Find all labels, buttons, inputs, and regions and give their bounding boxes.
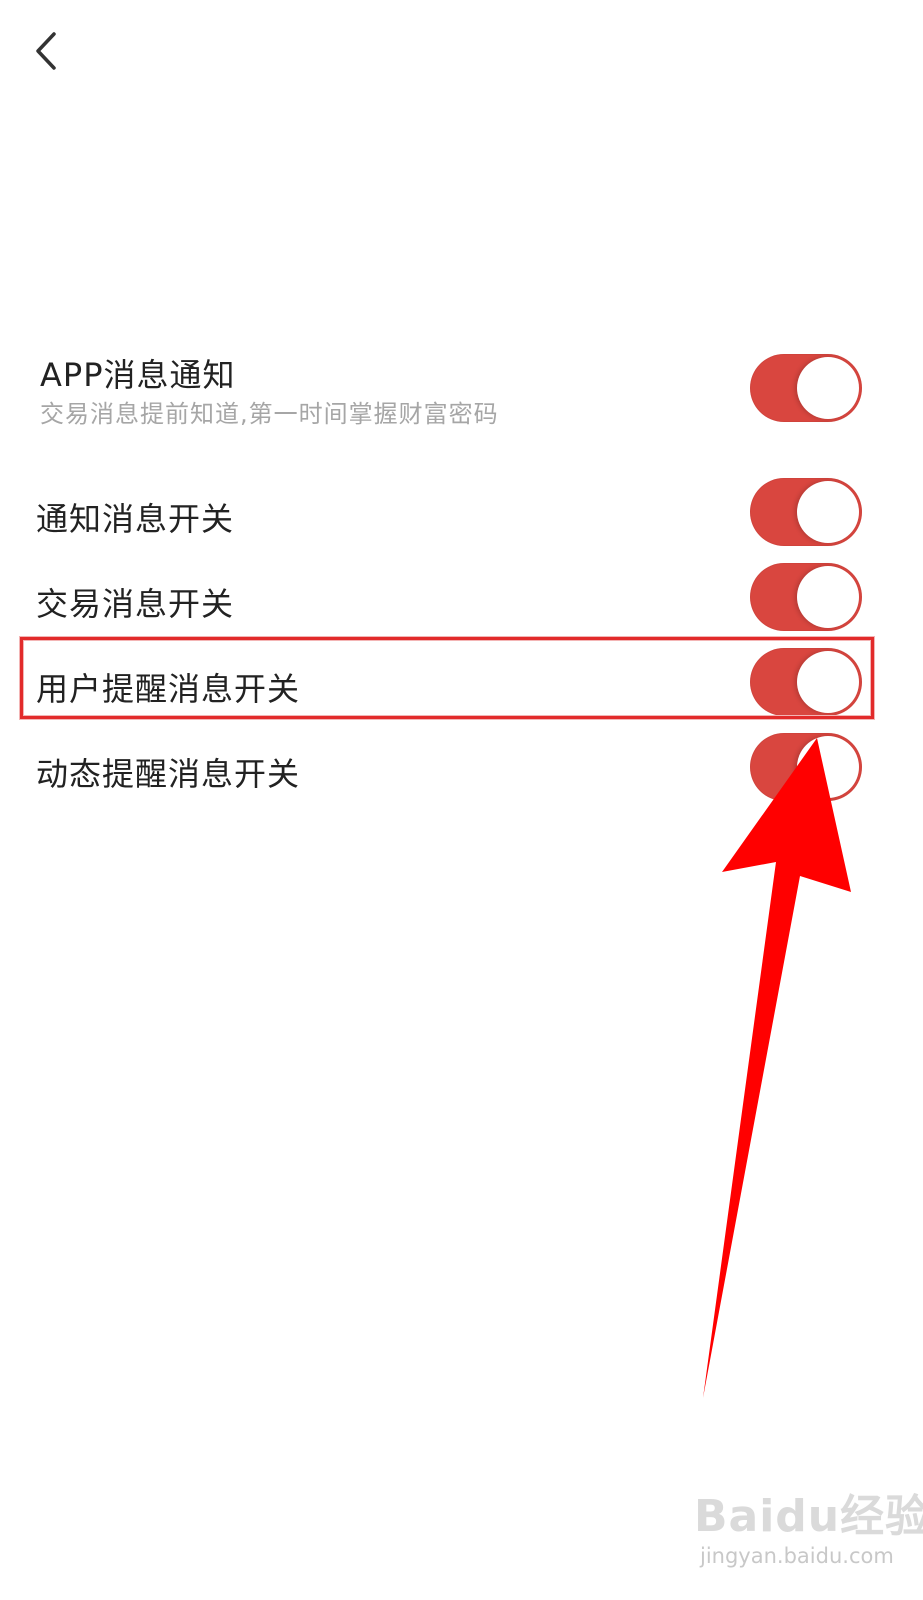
app-notification-subtitle: 交易消息提前知道,第一时间掌握财富密码 (40, 400, 499, 428)
watermark-logo: Baidu经验 (694, 1491, 923, 1542)
setting-label: 通知消息开关 (36, 500, 235, 538)
baidu-jingyan-watermark: Baidu经验 jingyan.baidu.com (690, 1476, 923, 1586)
app-notification-title: APP消息通知 (40, 356, 236, 394)
dynamic-reminder-toggle[interactable] (750, 733, 862, 801)
annotation-highlight-box (20, 637, 874, 719)
toggle-knob (797, 357, 859, 419)
setting-label: 交易消息开关 (36, 585, 235, 623)
toggle-knob (797, 566, 859, 628)
app-notification-toggle[interactable] (750, 354, 862, 422)
toggle-knob (797, 481, 859, 543)
watermark-url: jingyan.baidu.com (700, 1544, 894, 1568)
back-button[interactable] (28, 26, 68, 76)
setting-label: 动态提醒消息开关 (36, 755, 301, 793)
toggle-knob (797, 736, 859, 798)
notification-message-toggle[interactable] (750, 478, 862, 546)
chevron-left-icon (36, 32, 56, 70)
trade-message-toggle[interactable] (750, 563, 862, 631)
